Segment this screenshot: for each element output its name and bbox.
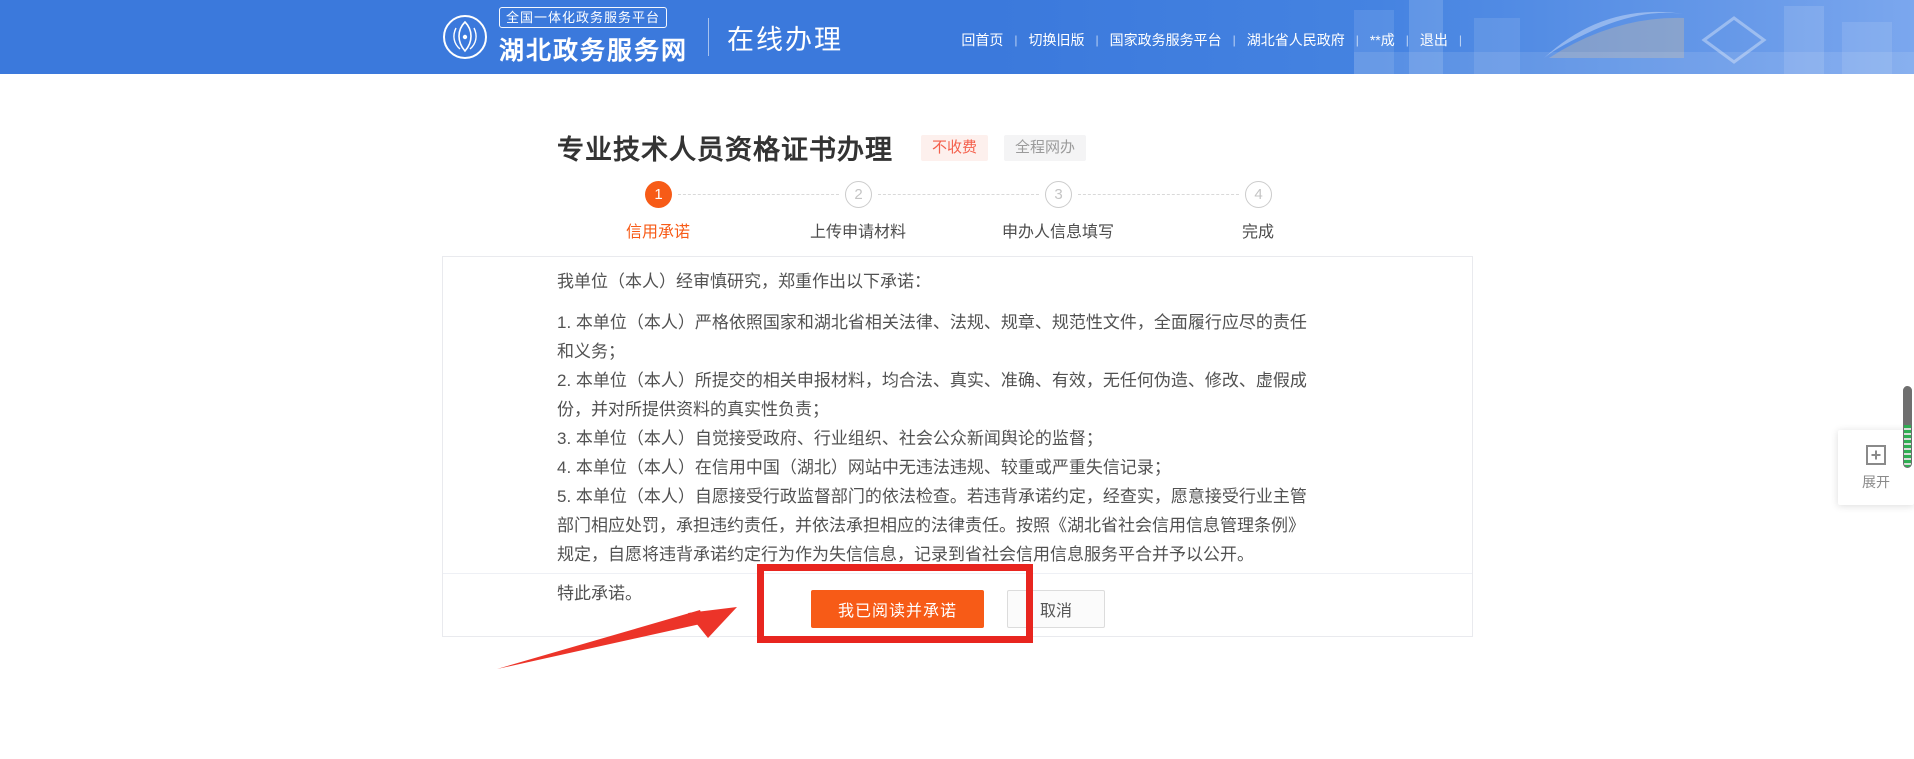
site-logo[interactable]: 全国一体化政务服务平台 湖北政务服务网	[442, 7, 688, 67]
page-title-row: 专业技术人员资格证书办理 不收费 全程网办	[557, 128, 1086, 167]
nav-home-link[interactable]: 回首页	[961, 30, 1003, 50]
scrollbar-stripes-icon	[1904, 425, 1911, 467]
step-connector	[878, 194, 1039, 195]
confirm-button[interactable]: 我已阅读并承诺	[811, 590, 984, 628]
header-divider	[708, 18, 709, 56]
commitment-item-1: 1. 本单位（本人）严格依照国家和湖北省相关法律、法规、规章、规范性文件，全面履…	[557, 308, 1314, 366]
step-2-label: 上传申请材料	[768, 218, 948, 242]
commitment-item-5: 5. 本单位（本人）自愿接受行政监督部门的依法检查。若违背承诺约定，经查实，愿意…	[557, 482, 1314, 569]
step-connector	[678, 194, 839, 195]
nav-old-version-link[interactable]: 切换旧版	[1028, 30, 1084, 50]
step-4-label: 完成	[1168, 218, 1348, 242]
nav-separator: |	[1233, 33, 1236, 47]
page-title: 专业技术人员资格证书办理	[557, 128, 893, 167]
button-row-divider	[443, 573, 1472, 574]
platform-badge: 全国一体化政务服务平台	[499, 7, 667, 28]
nav-national-platform-link[interactable]: 国家政务服务平台	[1110, 30, 1222, 50]
commitment-box: 我单位（本人）经审慎研究，郑重作出以下承诺： 1. 本单位（本人）严格依照国家和…	[442, 256, 1473, 637]
expand-icon	[1865, 444, 1887, 466]
nav-hubei-gov-link[interactable]: 湖北省人民政府	[1247, 30, 1345, 50]
nav-separator: |	[1095, 33, 1098, 47]
section-title: 在线办理	[727, 18, 843, 57]
national-emblem-icon	[442, 14, 488, 60]
commitment-item-2: 2. 本单位（本人）所提交的相关申报材料，均合法、真实、准确、有效，无任何伪造、…	[557, 366, 1314, 424]
step-2-circle: 2	[845, 181, 872, 208]
online-badge: 全程网办	[1004, 135, 1086, 161]
nav-logout-link[interactable]: 退出	[1420, 30, 1448, 50]
nav-separator: |	[1406, 33, 1409, 47]
site-name: 湖北政务服务网	[499, 31, 688, 67]
step-connector	[1078, 194, 1239, 195]
fee-badge: 不收费	[921, 135, 988, 161]
step-3-label: 申办人信息填写	[968, 218, 1148, 242]
scrollbar-thumb[interactable]	[1903, 386, 1912, 468]
nav-separator: |	[1356, 33, 1359, 47]
commitment-text: 我单位（本人）经审慎研究，郑重作出以下承诺： 1. 本单位（本人）严格依照国家和…	[443, 257, 1472, 608]
commitment-item-3: 3. 本单位（本人）自觉接受政府、行业组织、社会公众新闻舆论的监督；	[557, 424, 1314, 453]
top-header: 全国一体化政务服务平台 湖北政务服务网 在线办理 回首页 | 切换旧版 | 国家…	[0, 0, 1914, 74]
step-1-label: 信用承诺	[568, 218, 748, 242]
expand-label: 展开	[1862, 472, 1890, 492]
step-indicator: 1 2 3 4 信用承诺 上传申请材料 申办人信息填写 完成	[442, 181, 1473, 241]
nav-username[interactable]: **成	[1370, 30, 1395, 50]
nav-separator: |	[1014, 33, 1017, 47]
commitment-item-4: 4. 本单位（本人）在信用中国（湖北）网站中无违法违规、较重或严重失信记录；	[557, 453, 1314, 482]
step-1-circle: 1	[645, 181, 672, 208]
header-nav: 回首页 | 切换旧版 | 国家政务服务平台 | 湖北省人民政府 | **成 | …	[961, 30, 1473, 50]
step-3-circle: 3	[1045, 181, 1072, 208]
step-4-circle: 4	[1245, 181, 1272, 208]
commitment-intro: 我单位（本人）经审慎研究，郑重作出以下承诺：	[557, 267, 1314, 296]
nav-separator: |	[1459, 33, 1462, 47]
cancel-button[interactable]: 取消	[1007, 590, 1105, 628]
